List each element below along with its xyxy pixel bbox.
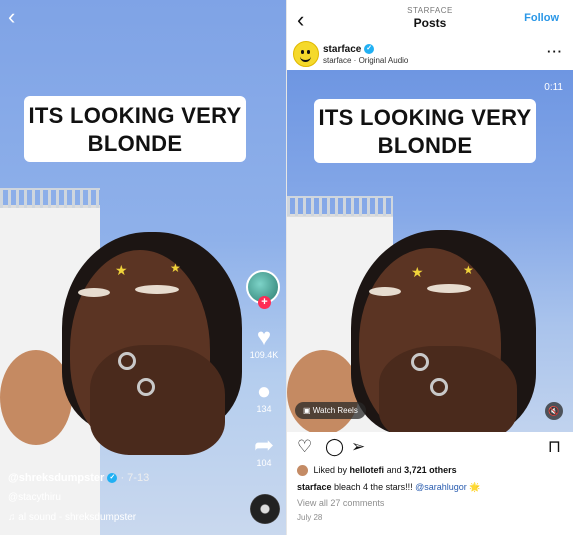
audio-label[interactable]: starface · Original Audio: [323, 56, 408, 65]
like-button[interactable]: ♥ 109.4K: [246, 324, 282, 361]
caption-user[interactable]: starface: [297, 482, 332, 492]
likes-line[interactable]: Liked by hellotefi and 3,721 others: [297, 465, 457, 477]
video-overlay-text: ITS LOOKING VERY BLONDE: [24, 96, 246, 162]
caption-emoji: 🌟: [469, 482, 481, 492]
tiktok-panel: ★ ★ ‹ ITS LOOKING VERY BLONDE + ♥ 109.4K…: [0, 0, 286, 535]
comment-count: 134: [256, 404, 272, 414]
share-button[interactable]: ➦ 104: [246, 432, 282, 469]
username-text: @shreksdumpster: [8, 472, 105, 484]
overlay-line-2: BLONDE: [377, 133, 473, 158]
like-count: 109.4K: [249, 350, 279, 360]
heart-icon: ♥: [256, 324, 272, 351]
verified-icon: ✓: [364, 44, 375, 55]
follow-plus-button[interactable]: +: [258, 296, 271, 309]
overlay-line-1: ITS LOOKING VERY: [318, 105, 532, 130]
caption: starface bleach 4 the stars!!! @sarahlug…: [297, 482, 480, 493]
creator-username[interactable]: @shreksdumpster ✓ · 7-13: [8, 472, 149, 484]
reels-icon: ▣: [303, 406, 313, 415]
caption-mention[interactable]: @sarahlugor: [415, 482, 467, 492]
second-person: [287, 350, 359, 432]
more-icon[interactable]: ···: [547, 44, 563, 59]
bookmark-icon[interactable]: ⊓: [548, 438, 561, 455]
view-comments-link[interactable]: View all 27 comments: [297, 498, 384, 508]
liker-avatar: [297, 465, 308, 477]
follow-button[interactable]: Follow: [524, 12, 559, 24]
music-note-icon: ♫: [8, 512, 19, 523]
sound-text: al sound - shreksdumpster: [18, 512, 137, 523]
account-avatar[interactable]: [293, 41, 319, 67]
video-player[interactable]: ★ ★ 0:11 ITS LOOKING VERY BLONDE ▣ Watch…: [287, 70, 573, 432]
heart-icon[interactable]: ♡: [297, 438, 312, 455]
video-overlay-text: ITS LOOKING VERY BLONDE: [314, 99, 536, 163]
account-row: starface ✓ starface · Original Audio ···: [287, 38, 573, 70]
video-time: 0:11: [544, 82, 563, 93]
watch-reels-button[interactable]: ▣ Watch Reels: [295, 402, 366, 419]
ig-header: ‹ STARFACE Posts Follow: [287, 0, 573, 38]
share-count: 104: [256, 458, 272, 468]
caption-text: bleach 4 the stars!!!: [331, 482, 416, 492]
sound-disc[interactable]: [250, 494, 280, 524]
comment-icon: ●: [256, 378, 272, 405]
railing: [0, 188, 100, 208]
overlay-line-2: BLONDE: [87, 131, 183, 156]
share-icon: ➦: [253, 432, 275, 459]
post-date: · 7-13: [120, 472, 150, 484]
comment-button[interactable]: ● 134: [246, 378, 282, 415]
sound-label[interactable]: ♫ al sound - shreksdumpster: [8, 512, 136, 523]
overlay-line-1: ITS LOOKING VERY: [28, 103, 242, 128]
railing: [287, 196, 393, 216]
post-date: July 28: [297, 513, 323, 522]
verified-icon: ✓: [107, 473, 118, 484]
comment-icon[interactable]: ◯: [325, 438, 344, 455]
account-name[interactable]: starface ✓: [323, 44, 375, 55]
action-bar: ♡ ◯ ➢ ⊓: [287, 432, 573, 462]
back-chevron-icon[interactable]: ‹: [8, 6, 15, 28]
instagram-panel: ‹ STARFACE Posts Follow starface ✓ starf…: [287, 0, 573, 535]
send-icon[interactable]: ➢: [351, 438, 365, 455]
caption-mention[interactable]: @stacythiru: [8, 492, 61, 503]
mute-icon[interactable]: 🔇: [545, 402, 563, 420]
